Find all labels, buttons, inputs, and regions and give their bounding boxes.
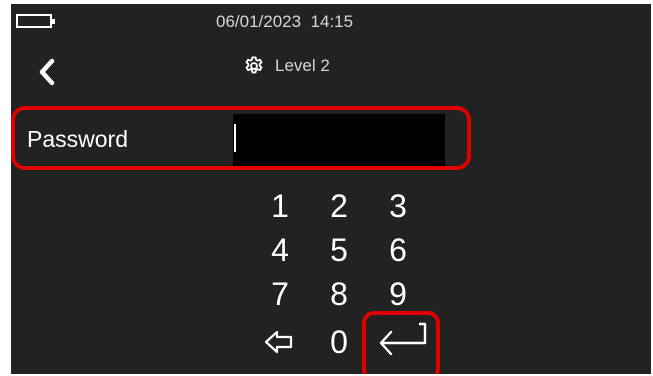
keypad-key-0[interactable]: 0 xyxy=(321,324,357,360)
gear-icon xyxy=(245,56,263,74)
backspace-button[interactable] xyxy=(264,330,294,354)
enter-button[interactable] xyxy=(373,320,431,358)
back-button[interactable] xyxy=(36,58,58,86)
keypad-key-2[interactable]: 2 xyxy=(321,188,357,224)
backspace-arrow-left-icon xyxy=(264,330,293,354)
keypad-key-3[interactable]: 3 xyxy=(380,188,416,224)
page-header: Level 2 xyxy=(243,55,330,77)
battery-icon xyxy=(16,14,55,28)
enter-return-icon xyxy=(379,322,427,356)
chevron-left-icon xyxy=(39,58,55,86)
text-cursor xyxy=(234,124,236,152)
keypad-key-7[interactable]: 7 xyxy=(262,276,298,312)
device-screen: 06/01/2023 14:15 Level 2 Password 1 2 3 … xyxy=(11,4,651,374)
keypad-key-4[interactable]: 4 xyxy=(262,232,298,268)
page-title: Level 2 xyxy=(275,56,330,75)
keypad-key-5[interactable]: 5 xyxy=(321,232,357,268)
password-label: Password xyxy=(27,126,128,152)
keypad-key-6[interactable]: 6 xyxy=(380,232,416,268)
keypad-key-8[interactable]: 8 xyxy=(321,276,357,312)
password-input[interactable] xyxy=(233,114,445,166)
keypad-key-1[interactable]: 1 xyxy=(262,188,298,224)
status-datetime: 06/01/2023 14:15 xyxy=(216,12,354,31)
keypad-key-9[interactable]: 9 xyxy=(380,276,416,312)
